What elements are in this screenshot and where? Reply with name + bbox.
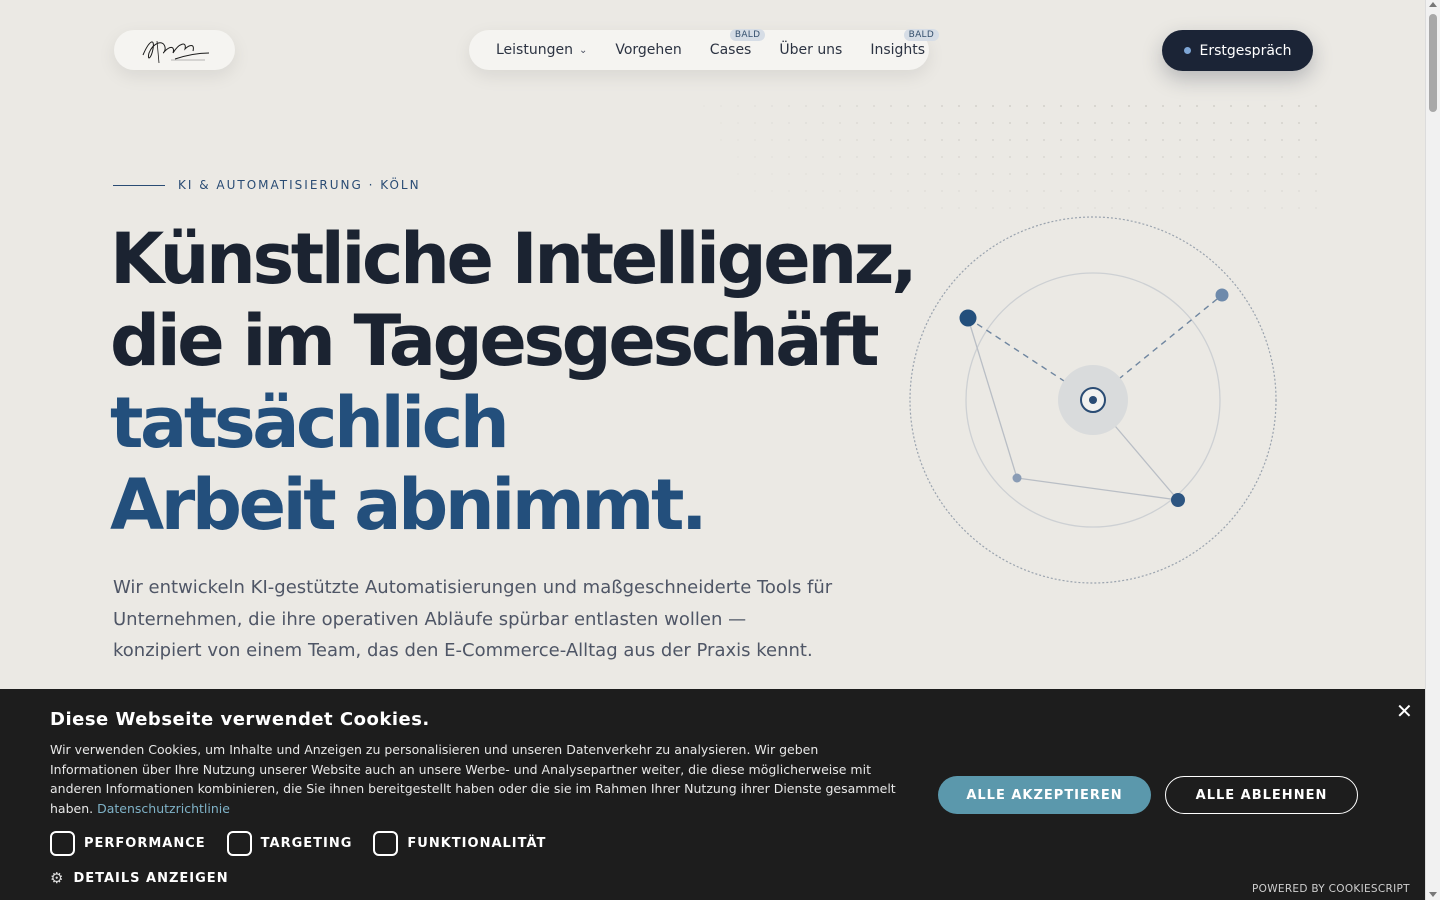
soon-badge: BALD [903,29,940,41]
chevron-down-icon: ⌄ [578,44,588,56]
details-label: DETAILS ANZEIGEN [73,870,229,886]
cta-label: Erstgespräch [1199,42,1292,59]
eyebrow: KI & AUTOMATISIERUNG · KÖLN [113,178,421,192]
dot-pattern [703,105,1317,209]
privacy-policy-link[interactable]: Datenschutzrichtlinie [97,801,230,816]
cookie-banner: Diese Webseite verwendet Cookies. Wir ve… [0,689,1425,900]
scroll-up-icon[interactable] [1429,2,1437,7]
page-title: Künstliche Intelligenz, die im Tagesgesc… [110,218,918,546]
gear-icon: ⚙ [50,869,65,887]
cookie-text: Wir verwenden Cookies, um Inhalte und An… [50,740,910,819]
nav-item-insights[interactable]: Insights BALD [870,29,940,58]
scroll-down-icon[interactable] [1429,892,1437,897]
close-icon[interactable]: ✕ [1396,701,1413,721]
eyebrow-text: KI & AUTOMATISIERUNG · KÖLN [178,178,421,192]
checkbox-performance[interactable]: PERFORMANCE [50,831,206,856]
checkbox-funktionalitaet[interactable]: FUNKTIONALITÄT [373,831,546,856]
checkbox-label: PERFORMANCE [84,836,206,851]
page-scrollbar[interactable] [1425,0,1440,900]
reject-all-button[interactable]: ALLE ABLEHNEN [1165,776,1358,814]
accept-all-button[interactable]: ALLE AKZEPTIEREN [938,776,1151,814]
cookie-title: Diese Webseite verwendet Cookies. [50,709,430,730]
nav-item-label: Vorgehen [615,42,682,58]
headline-line-3: tatsächlich [110,382,510,464]
checkbox-targeting[interactable]: TARGETING [226,831,353,856]
headline-line-1: Künstliche Intelligenz, [110,218,918,300]
checkbox-box[interactable] [373,831,399,856]
signature-logo-icon [142,40,209,64]
erstgespraech-button[interactable]: Erstgespräch [1162,30,1313,71]
nav-item-ueber-uns[interactable]: Über uns [779,42,842,58]
nav-item-label: Cases [709,42,752,58]
scrollbar-thumb[interactable] [1429,14,1437,112]
network-orbit-illustration [909,216,1277,584]
checkbox-label: TARGETING [260,836,353,851]
show-details-button[interactable]: ⚙ DETAILS ANZEIGEN [50,869,229,887]
nav-item-cases[interactable]: Cases BALD [709,29,766,58]
nav-item-vorgehen[interactable]: Vorgehen [615,42,681,58]
logo[interactable] [114,30,235,70]
nav-item-label: Über uns [779,42,843,58]
nav-item-label: Leistungen [496,42,573,58]
status-dot-icon [1183,47,1191,54]
headline-line-2: die im Tagesgeschäft [110,300,880,382]
powered-by: POWERED BY COOKIESCRIPT [1252,883,1410,895]
checkbox-box[interactable] [50,831,75,856]
main-nav: Leistungen ⌄ Vorgehen Cases BALD Über un… [469,29,940,70]
soon-badge: BALD [729,29,766,41]
nav-item-label: Insights [870,42,926,58]
checkbox-label: FUNKTIONALITÄT [407,836,547,851]
nav-item-leistungen[interactable]: Leistungen ⌄ [496,42,587,58]
eyebrow-line [113,184,165,186]
hero-lead: Wir entwickeln KI-gestützte Automatisier… [113,577,833,661]
checkbox-box[interactable] [226,831,252,856]
headline-line-4: Arbeit abnimmt. [110,464,708,546]
cookie-categories: PERFORMANCE TARGETING FUNKTIONALITÄT [50,831,567,856]
